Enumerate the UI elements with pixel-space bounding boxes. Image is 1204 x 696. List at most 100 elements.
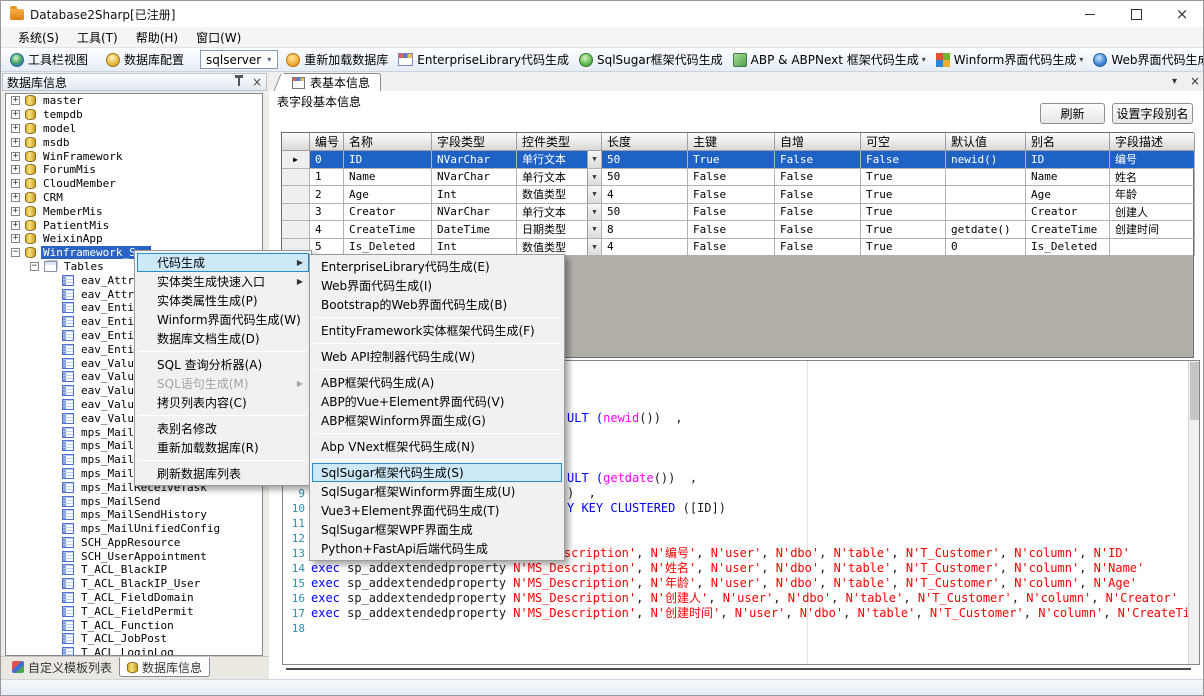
tree-item[interactable]: SCH_AppResource bbox=[6, 536, 262, 550]
grid-cell[interactable]: DateTime bbox=[432, 221, 517, 239]
context-menu-item[interactable]: 数据库文档生成(D) bbox=[137, 329, 309, 348]
expand-icon[interactable]: + bbox=[11, 207, 20, 216]
toolbar-winform-button[interactable]: Winform界面代码生成 ▾ bbox=[932, 50, 1088, 69]
grid-cell[interactable]: False bbox=[775, 151, 861, 169]
grid-cell[interactable]: 4 bbox=[602, 186, 688, 204]
grid-column-header[interactable]: 别名 bbox=[1026, 133, 1110, 151]
submenu-item[interactable]: Vue3+Element界面代码生成(T) bbox=[312, 501, 562, 520]
grid-cell[interactable]: 单行文本▼ bbox=[517, 169, 602, 187]
chevron-down-icon[interactable]: ▼ bbox=[587, 239, 601, 256]
tree-item[interactable]: T_ACL_FieldPermit bbox=[6, 604, 262, 618]
grid-cell[interactable]: 数值类型▼ bbox=[517, 186, 602, 204]
expand-icon[interactable]: + bbox=[11, 124, 20, 133]
grid-cell[interactable]: False bbox=[688, 169, 775, 187]
row-selector-cell[interactable] bbox=[282, 221, 310, 239]
grid-cell[interactable]: Creator bbox=[1026, 204, 1110, 222]
context-menu-item[interactable]: SQL 查询分析器(A) bbox=[137, 355, 309, 374]
expand-icon[interactable]: + bbox=[11, 179, 20, 188]
tree-item[interactable]: mps_MailUnifiedConfig bbox=[6, 522, 262, 536]
toolbar-dbconfig-button[interactable]: 数据库配置 bbox=[102, 50, 188, 69]
dbtype-combobox[interactable]: sqlserver ▾ bbox=[200, 50, 278, 69]
grid-cell[interactable] bbox=[946, 204, 1026, 222]
grid-cell[interactable]: False bbox=[775, 169, 861, 187]
toolbar-view-button[interactable]: 工具栏视图 bbox=[6, 50, 92, 69]
grid-cell[interactable]: 0 bbox=[946, 239, 1026, 257]
grid-column-header[interactable]: 长度 bbox=[602, 133, 688, 151]
grid-cell[interactable]: newid() bbox=[946, 151, 1026, 169]
grid-cell[interactable]: Age bbox=[1026, 186, 1110, 204]
grid-cell[interactable]: 单行文本▼ bbox=[517, 151, 602, 169]
tree-item[interactable]: +CloudMember bbox=[6, 177, 262, 191]
grid-column-header[interactable]: 名称 bbox=[344, 133, 432, 151]
tab-close-button[interactable]: × bbox=[1190, 74, 1200, 88]
tree-item[interactable]: +ForumMis bbox=[6, 163, 262, 177]
grid-row[interactable]: 2AgeInt数值类型▼4FalseFalseTrueAge年龄 bbox=[282, 186, 1193, 204]
context-menu-item[interactable]: 代码生成▶ bbox=[137, 253, 309, 272]
submenu-item[interactable]: EntityFramework实体框架代码生成(F) bbox=[312, 321, 562, 340]
menubar-item[interactable]: 窗口(W) bbox=[187, 27, 250, 48]
toolbar-sqlsugar-button[interactable]: SqlSugar框架代码生成 bbox=[575, 50, 727, 69]
expand-icon[interactable]: + bbox=[11, 193, 20, 202]
grid-column-header[interactable]: 字段类型 bbox=[432, 133, 517, 151]
context-menu-item[interactable]: 实体类生成快速入口▶ bbox=[137, 272, 309, 291]
grid-column-header[interactable]: 控件类型 bbox=[517, 133, 602, 151]
tree-item[interactable]: +model bbox=[6, 122, 262, 136]
grid-cell[interactable]: getdate() bbox=[946, 221, 1026, 239]
tree-item[interactable]: +msdb bbox=[6, 135, 262, 149]
row-selector-cell[interactable] bbox=[282, 204, 310, 222]
grid-cell[interactable]: Creator bbox=[344, 204, 432, 222]
submenu-item[interactable]: ABP框架Winform界面生成(G) bbox=[312, 411, 562, 430]
grid-cell[interactable]: Int bbox=[432, 186, 517, 204]
grid-column-header[interactable]: 编号 bbox=[310, 133, 344, 151]
bottom-split-line[interactable] bbox=[286, 668, 1191, 670]
grid-row[interactable]: 1NameNVarChar单行文本▼50FalseFalseTrueName姓名 bbox=[282, 169, 1193, 187]
tree-item[interactable]: mps_MailSendHistory bbox=[6, 508, 262, 522]
grid-cell[interactable]: False bbox=[775, 239, 861, 257]
refresh-button[interactable]: 刷新 bbox=[1040, 103, 1105, 124]
expand-icon[interactable]: + bbox=[11, 221, 20, 230]
pin-icon[interactable] bbox=[238, 78, 240, 86]
tree-item[interactable]: T_ACL_JobPost bbox=[6, 632, 262, 646]
tree-item[interactable]: +WeixinApp bbox=[6, 232, 262, 246]
tree-item[interactable]: T_ACL_Function bbox=[6, 618, 262, 632]
minimize-button[interactable] bbox=[1067, 1, 1113, 27]
context-menu-item[interactable]: 刷新数据库列表 bbox=[137, 464, 309, 483]
grid-cell[interactable] bbox=[946, 186, 1026, 204]
grid-cell[interactable]: Name bbox=[1026, 169, 1110, 187]
grid-cell[interactable]: CreateTime bbox=[1026, 221, 1110, 239]
grid-row[interactable]: ▶0IDNVarChar单行文本▼50TrueFalseFalsenewid()… bbox=[282, 151, 1193, 169]
expand-icon[interactable]: + bbox=[11, 234, 20, 243]
grid-cell[interactable]: 3 bbox=[310, 204, 344, 222]
scrollbar-thumb[interactable] bbox=[1190, 362, 1199, 420]
tree-item[interactable]: +tempdb bbox=[6, 108, 262, 122]
panel-close-icon[interactable]: × bbox=[252, 77, 262, 87]
grid-cell[interactable]: 50 bbox=[602, 204, 688, 222]
grid-cell[interactable]: 4 bbox=[602, 239, 688, 257]
grid-cell[interactable]: False bbox=[775, 221, 861, 239]
chevron-down-icon[interactable]: ▾ bbox=[1079, 55, 1083, 64]
tree-item[interactable]: mps_MailSend bbox=[6, 494, 262, 508]
grid-column-header[interactable]: 默认值 bbox=[946, 133, 1026, 151]
maximize-button[interactable] bbox=[1113, 1, 1159, 27]
tab-table-info[interactable]: 表基本信息 bbox=[283, 73, 381, 91]
context-menu-item[interactable]: 重新加载数据库(R) bbox=[137, 438, 309, 457]
grid-cell[interactable]: True bbox=[688, 151, 775, 169]
grid-cell[interactable]: 1 bbox=[310, 169, 344, 187]
submenu-item[interactable]: Web界面代码生成(I) bbox=[312, 276, 562, 295]
context-menu-item[interactable]: Winform界面代码生成(W) bbox=[137, 310, 309, 329]
grid-cell[interactable]: NVarChar bbox=[432, 204, 517, 222]
grid-cell[interactable]: ID bbox=[344, 151, 432, 169]
tree-item[interactable]: +CRM bbox=[6, 191, 262, 205]
toolbar-reload-button[interactable]: 重新加载数据库 bbox=[282, 50, 392, 69]
collapse-icon[interactable]: − bbox=[30, 262, 39, 271]
tree-item[interactable]: +master bbox=[6, 94, 262, 108]
grid-cell[interactable]: False bbox=[861, 151, 946, 169]
row-selector-cell[interactable] bbox=[282, 186, 310, 204]
grid-cell[interactable]: 姓名 bbox=[1110, 169, 1195, 187]
grid-column-header[interactable]: 主键 bbox=[688, 133, 775, 151]
dock-tab-database-info[interactable]: 数据库信息 bbox=[119, 657, 210, 677]
expand-icon[interactable]: + bbox=[11, 152, 20, 161]
grid-cell[interactable]: 单行文本▼ bbox=[517, 204, 602, 222]
grid-cell[interactable]: 日期类型▼ bbox=[517, 221, 602, 239]
submenu-item[interactable]: Abp VNext框架代码生成(N) bbox=[312, 437, 562, 456]
